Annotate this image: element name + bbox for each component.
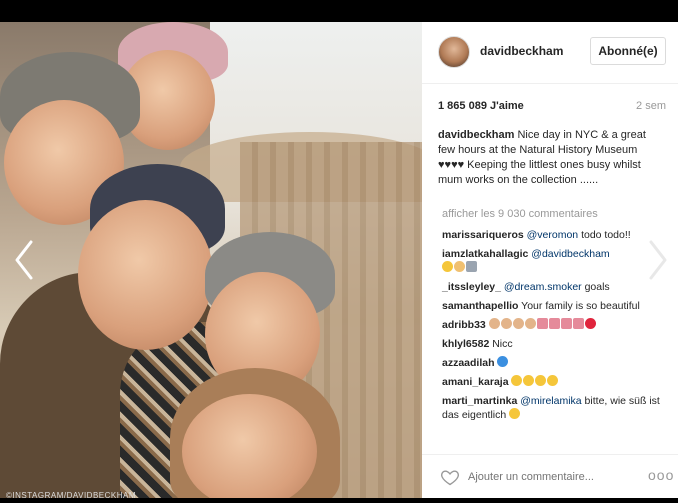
comment-item: marissariqueros @veromon todo todo!! [442, 228, 670, 242]
crying-laughing-emoji-icon [442, 261, 453, 272]
comment-username[interactable]: marti_martinka [442, 395, 517, 407]
post-header: davidbeckham Abonné(e) [422, 22, 678, 84]
comment-text: todo todo!! [578, 229, 631, 241]
smiling-halo-emoji-icon [547, 375, 559, 386]
comment-item: adribb33 [442, 318, 670, 332]
comment-mention[interactable]: @davidbeckham [531, 248, 609, 260]
heart-icon[interactable] [440, 467, 460, 487]
smiling-emoji-icon [509, 408, 521, 419]
comment-username[interactable]: iamzlatkahallagic [442, 248, 528, 260]
red-heart-emoji-icon [584, 318, 596, 329]
comment-item: iamzlatkahallagic @davidbeckham [442, 247, 670, 275]
comment-item: _itssleyley_ @dream.smoker goals [442, 280, 670, 294]
post-footer: ooo [422, 454, 678, 498]
post-caption: davidbeckham Nice day in NYC & a great f… [438, 128, 666, 188]
comment-item: samanthapellio Your family is so beautif… [442, 299, 670, 313]
comment-item: marti_martinka @mirelamika bitte, wie sü… [442, 394, 670, 422]
family-emoji-icon [548, 318, 560, 329]
top-black-bar [0, 0, 678, 22]
comments-list: marissariqueros @veromon todo todo!! iam… [442, 228, 670, 427]
comment-item: azzaadilah [442, 356, 670, 370]
add-comment-input[interactable] [468, 469, 638, 485]
comment-username[interactable]: _itssleyley_ [442, 281, 501, 293]
family-emoji-icon [572, 318, 584, 329]
comment-item: amani_karaja [442, 375, 670, 389]
keypad-emoji-icon [466, 261, 477, 272]
blue-heart-emoji-icon [497, 356, 509, 367]
smiling-halo-emoji-icon [523, 375, 535, 386]
family-emoji-icon [560, 318, 572, 329]
face-emoji-icon [500, 318, 512, 329]
caption-username[interactable]: davidbeckham [438, 129, 514, 141]
comment-text: Nicc [489, 338, 513, 350]
comment-text: goals [581, 281, 610, 293]
smiling-halo-emoji-icon [511, 375, 523, 386]
comment-text: Your family is so beautiful [518, 300, 640, 312]
comment-username[interactable]: adribb33 [442, 319, 486, 331]
family-emoji-icon [536, 318, 548, 329]
likes-count[interactable]: 1 865 089 J'aime [438, 100, 524, 112]
comment-mention[interactable]: @veromon [527, 229, 579, 241]
smiling-halo-emoji-icon [535, 375, 547, 386]
comment-item: khlyl6582 Nicc [442, 337, 670, 351]
face-emoji-icon [512, 318, 524, 329]
comment-username[interactable]: amani_karaja [442, 376, 509, 388]
follow-button[interactable]: Abonné(e) [590, 37, 666, 65]
photo-figure-face [182, 394, 317, 498]
chevron-left-icon [15, 240, 33, 280]
comment-mention[interactable]: @mirelamika [520, 395, 581, 407]
chevron-right-icon [649, 240, 667, 280]
comment-username[interactable]: khlyl6582 [442, 338, 489, 350]
clapping-emoji-icon [454, 261, 465, 272]
face-emoji-icon [488, 318, 500, 329]
avatar[interactable] [438, 36, 470, 68]
photo-watermark: ©INSTAGRAM/DAVIDBECKHAM [6, 491, 136, 500]
face-emoji-icon [524, 318, 536, 329]
comment-username[interactable]: marissariqueros [442, 229, 524, 241]
more-options-icon[interactable]: ooo [648, 467, 674, 483]
header-username[interactable]: davidbeckham [480, 44, 563, 58]
next-arrow[interactable] [640, 232, 676, 288]
comment-username[interactable]: azzaadilah [442, 357, 495, 369]
photo-figure-face [78, 200, 213, 350]
post-photo[interactable] [0, 22, 422, 498]
view-all-comments-link[interactable]: afficher les 9 030 commentaires [442, 208, 598, 220]
post-time: 2 sem [636, 100, 666, 112]
comment-mention[interactable]: @dream.smoker [504, 281, 582, 293]
previous-arrow[interactable] [6, 232, 42, 288]
post-stats: 1 865 089 J'aime 2 sem [438, 100, 666, 116]
comment-username[interactable]: samanthapellio [442, 300, 518, 312]
